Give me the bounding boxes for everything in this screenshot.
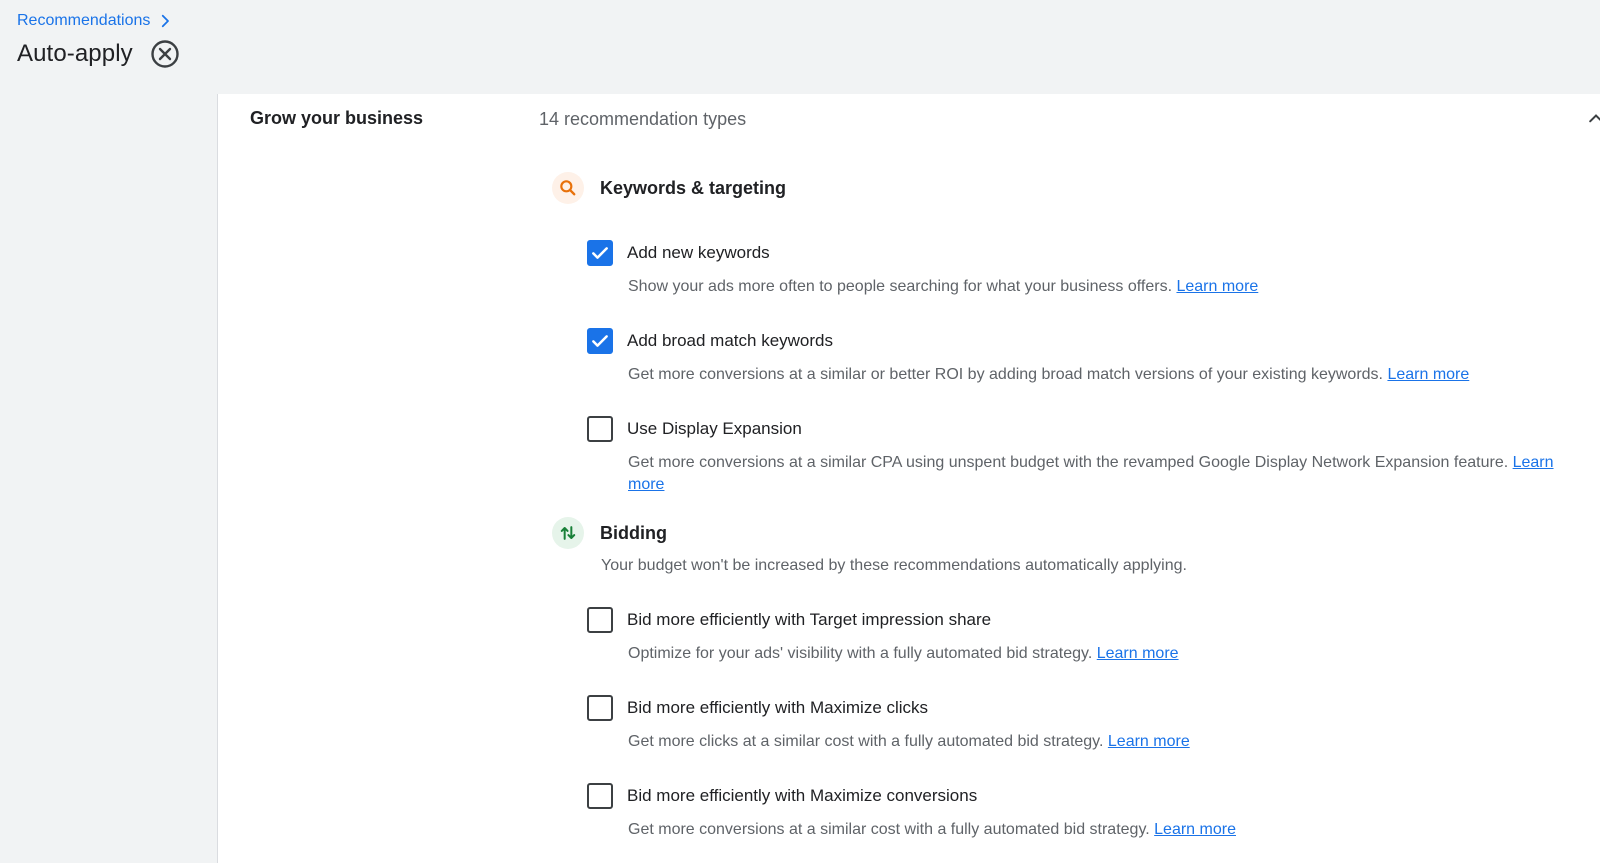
- bidding-note: Your budget won't be increased by these …: [601, 557, 1187, 574]
- learn-more-link[interactable]: Learn more: [1176, 278, 1258, 295]
- breadcrumb: Recommendations: [17, 12, 174, 30]
- search-icon: [552, 172, 584, 204]
- group-keywords-targeting: Keywords & targeting: [552, 172, 786, 204]
- item-description-text: Get more conversions at a similar cost w…: [628, 821, 1150, 838]
- item-description-text: Get more conversions at a similar or bet…: [628, 366, 1383, 383]
- item-description: Show your ads more often to people searc…: [628, 276, 1587, 298]
- item-description-text: Get more clicks at a similar cost with a…: [628, 733, 1104, 750]
- section-title: Grow your business: [250, 108, 424, 128]
- item-description: Get more conversions at a similar or bet…: [628, 364, 1587, 386]
- checkbox-maximize-conversions[interactable]: [587, 783, 613, 809]
- item-description: Get more conversions at a similar cost w…: [628, 819, 1587, 841]
- rec-item-add-new-keywords: Add new keywords Show your ads more ofte…: [587, 240, 1587, 298]
- learn-more-link[interactable]: Learn more: [1108, 733, 1190, 750]
- recommendation-types-count: 14 recommendation types: [539, 109, 747, 129]
- bidding-arrows-icon: [552, 517, 584, 549]
- item-description: Get more conversions at a similar CPA us…: [628, 452, 1578, 496]
- page-header: Recommendations Auto-apply: [0, 0, 1600, 95]
- rec-item-maximize-conversions: Bid more efficiently with Maximize conve…: [587, 783, 1587, 841]
- group-title: Keywords & targeting: [600, 177, 787, 198]
- page-title-row: Auto-apply: [17, 38, 181, 70]
- group-bidding: Bidding: [552, 517, 667, 549]
- checkbox-maximize-clicks[interactable]: [587, 695, 613, 721]
- group-title: Bidding: [600, 522, 667, 543]
- checkbox-add-new-keywords[interactable]: [587, 240, 613, 266]
- breadcrumb-recommendations-link[interactable]: Recommendations: [17, 12, 150, 30]
- item-label: Bid more efficiently with Maximize click…: [627, 698, 929, 717]
- auto-apply-panel: Grow your business 14 recommendation typ…: [217, 94, 1600, 863]
- learn-more-link[interactable]: Learn more: [1154, 821, 1236, 838]
- item-label: Use Display Expansion: [627, 419, 802, 438]
- checkbox-target-impression-share[interactable]: [587, 607, 613, 633]
- rec-item-target-impression-share: Bid more efficiently with Target impress…: [587, 607, 1587, 665]
- close-icon[interactable]: [149, 38, 181, 70]
- item-label: Add new keywords: [627, 243, 770, 262]
- item-description: Optimize for your ads' visibility with a…: [628, 643, 1587, 665]
- item-label: Bid more efficiently with Maximize conve…: [627, 786, 978, 805]
- chevron-right-icon: [156, 12, 174, 30]
- checkbox-use-display-expansion[interactable]: [587, 416, 613, 442]
- rec-item-add-broad-match-keywords: Add broad match keywords Get more conver…: [587, 328, 1587, 386]
- rec-item-use-display-expansion: Use Display Expansion Get more conversio…: [587, 416, 1587, 496]
- item-description: Get more clicks at a similar cost with a…: [628, 731, 1587, 753]
- learn-more-link[interactable]: Learn more: [1097, 645, 1179, 662]
- item-description-text: Optimize for your ads' visibility with a…: [628, 645, 1093, 662]
- rec-item-maximize-clicks: Bid more efficiently with Maximize click…: [587, 695, 1587, 753]
- item-label: Add broad match keywords: [627, 331, 833, 350]
- page-title: Auto-apply: [17, 40, 133, 67]
- item-description-text: Get more conversions at a similar CPA us…: [628, 454, 1509, 471]
- item-label: Bid more efficiently with Target impress…: [627, 610, 992, 629]
- chevron-up-icon[interactable]: [1586, 108, 1600, 128]
- checkbox-add-broad-match-keywords[interactable]: [587, 328, 613, 354]
- item-description-text: Show your ads more often to people searc…: [628, 278, 1173, 295]
- learn-more-link[interactable]: Learn more: [1387, 366, 1469, 383]
